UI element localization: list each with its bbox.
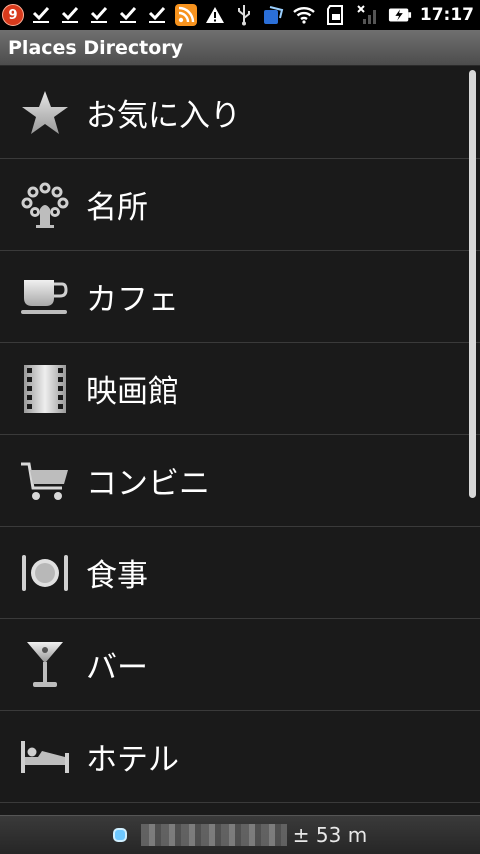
title-bar: Places Directory — [0, 30, 480, 66]
location-dot-icon — [112, 828, 127, 842]
list-item-label: ホテル — [86, 742, 179, 778]
blurred-location-text — [140, 824, 287, 846]
list-item-bar[interactable]: バー — [0, 619, 480, 711]
download-done-icon — [29, 3, 53, 27]
star-icon — [20, 88, 70, 138]
app-notification-icon — [261, 3, 285, 27]
list-item-label: 名所 — [86, 190, 148, 226]
cart-icon — [20, 456, 70, 506]
list-item-label: お気に入り — [86, 98, 241, 134]
app-title: Places Directory — [8, 36, 184, 59]
download-done-icon — [87, 3, 111, 27]
notification-count-badge: 9 — [2, 4, 24, 26]
battery-charging-icon — [388, 3, 412, 27]
no-signal-icon — [356, 3, 380, 27]
download-done-icon — [145, 3, 169, 27]
category-list: お気に入り 名所 カフェ 映画館 コンビニ 食事 バー ホテル — [0, 67, 480, 815]
list-item-label: 食事 — [86, 558, 148, 594]
warning-icon — [203, 3, 227, 27]
sd-card-icon — [324, 3, 348, 27]
list-item-cafe[interactable]: カフェ — [0, 251, 480, 343]
coffee-cup-icon — [20, 272, 70, 322]
list-item-landmarks[interactable]: 名所 — [0, 159, 480, 251]
download-done-icon — [58, 3, 82, 27]
list-item-hotel[interactable]: ホテル — [0, 711, 480, 803]
list-item-favorites[interactable]: お気に入り — [0, 67, 480, 159]
location-footer: ± 53 m — [0, 815, 480, 854]
list-item-convenience-store[interactable]: コンビニ — [0, 435, 480, 527]
dining-icon — [20, 548, 70, 598]
status-clock: 17:17 — [419, 5, 474, 25]
list-item-dining[interactable]: 食事 — [0, 527, 480, 619]
scrollbar[interactable] — [469, 70, 476, 498]
usb-icon — [232, 3, 256, 27]
list-item-label: カフェ — [86, 282, 179, 318]
bed-icon — [20, 732, 70, 782]
rss-icon — [174, 3, 198, 27]
status-bar: 9 17:17 — [0, 0, 480, 30]
location-accuracy: ± 53 m — [292, 823, 368, 847]
list-item-label: 映画館 — [86, 374, 179, 410]
film-icon — [20, 364, 70, 414]
wifi-icon — [292, 3, 316, 27]
list-item-label: バー — [86, 650, 148, 686]
landmark-icon — [20, 180, 70, 230]
cocktail-icon — [20, 640, 70, 690]
download-done-icon — [116, 3, 140, 27]
list-item-label: コンビニ — [86, 466, 210, 502]
list-item-cinema[interactable]: 映画館 — [0, 343, 480, 435]
